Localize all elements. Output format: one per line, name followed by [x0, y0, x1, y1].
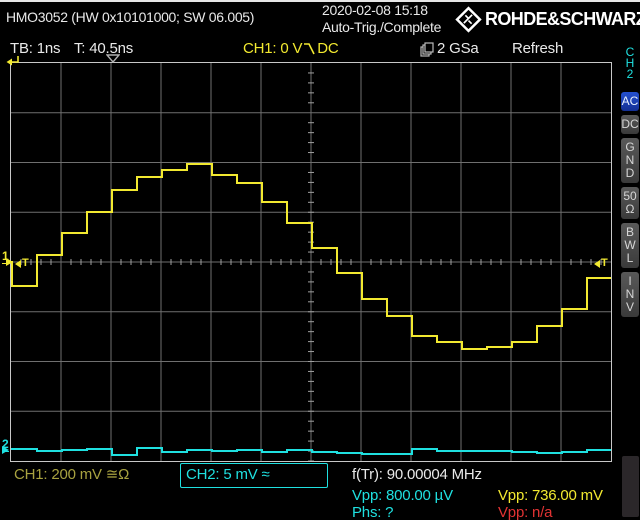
softkey-50ω[interactable]: 50Ω	[621, 187, 639, 219]
rs-diamond-icon	[455, 6, 482, 33]
trigger-level-marker-right[interactable]: T	[594, 258, 608, 269]
ch1-scale-readout[interactable]: CH1: 200 mV ≅Ω	[14, 466, 129, 483]
trigger-source-text: CH1: 0 V	[243, 40, 302, 57]
ch1-offset-arrow-icon[interactable]	[6, 258, 13, 266]
vpp-ch2-readout: Vpp: 800.00 µV	[352, 487, 453, 504]
oscilloscope-screen: HMO3052 (HW 0x10101000; SW 06.005) 2020-…	[0, 0, 640, 520]
trigger-coupling-text: DC	[317, 40, 338, 57]
acquisition-status: Auto-Trig./Complete	[322, 19, 441, 35]
header-separator	[0, 0, 640, 2]
graticule	[10, 62, 612, 462]
vpp-na-readout: Vpp: n/a	[498, 504, 552, 520]
trigger-settings-readout: CH1: 0 V DC	[243, 40, 339, 57]
softkey-dc[interactable]: DC	[621, 115, 639, 134]
sample-rate-readout: 2 GSa	[437, 40, 479, 57]
acquisition-mode-readout: Refresh	[512, 40, 563, 57]
ch2-scale-readout: CH2: 5 mV ≈	[186, 466, 270, 483]
phase-readout: Phs: ?	[352, 504, 393, 520]
ch2-offset-arrow-icon[interactable]	[2, 446, 9, 454]
ch2-scale-box[interactable]: CH2: 5 mV ≈	[180, 463, 328, 488]
softkey-bwl[interactable]: BWL	[621, 223, 639, 268]
softkey-ac[interactable]: AC	[621, 92, 639, 111]
trigger-level-marker-left[interactable]: T	[15, 258, 29, 269]
trigger-time-readout: T: 40.5ns	[74, 40, 133, 57]
left-triangle-icon	[594, 260, 600, 268]
device-title: HMO3052 (HW 0x10101000; SW 06.005)	[6, 9, 254, 25]
datetime: 2020-02-08 15:18	[322, 2, 428, 18]
pretrigger-arrow-icon	[6, 55, 19, 66]
trigger-position-marker[interactable]	[106, 54, 120, 63]
frequency-readout: f(Tr): 90.00004 MHz	[352, 466, 482, 483]
falling-edge-icon	[303, 41, 316, 56]
vpp-ch1-readout: Vpp: 736.00 mV	[498, 487, 603, 504]
brand-text: ROHDE&SCHWARZ	[485, 9, 640, 30]
sidebar-footer-panel	[622, 456, 639, 517]
scope-canvas	[11, 63, 611, 461]
softkey-inv[interactable]: INV	[621, 272, 639, 317]
softkey-gnd[interactable]: GND	[621, 138, 639, 183]
ch2-menu-title: CH2	[621, 47, 639, 80]
rohde-schwarz-logo: ROHDE&SCHWARZ	[455, 6, 640, 33]
acquisition-pages-icon	[420, 42, 434, 58]
left-triangle-icon	[15, 260, 21, 268]
ch2-menu-buttons: AC DC GND 50Ω BWL INV	[621, 92, 639, 317]
